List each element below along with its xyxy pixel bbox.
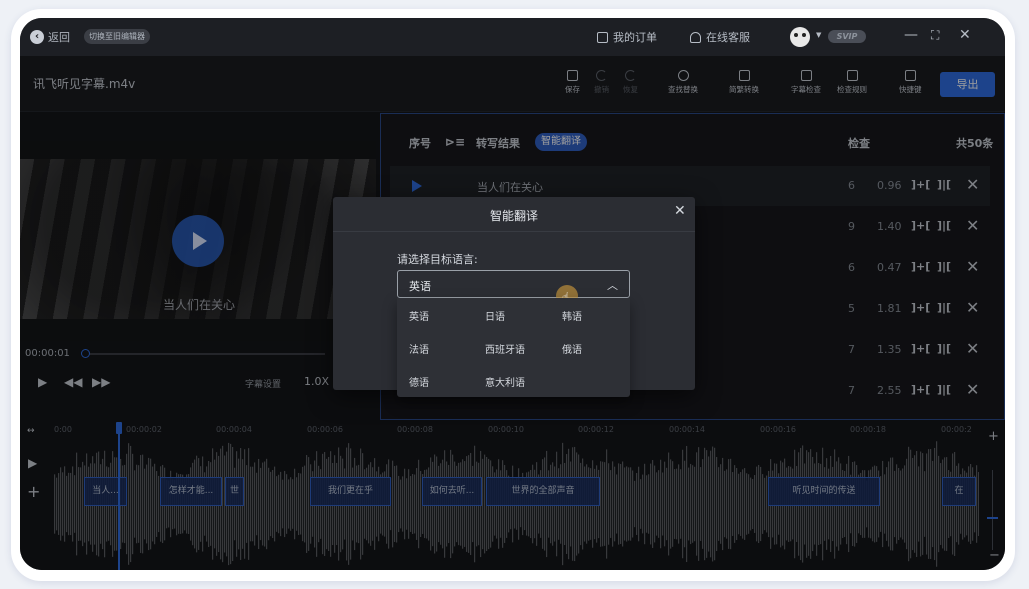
svip-badge: SVIP (828, 30, 866, 43)
chevron-up-icon[interactable]: ︿ (607, 277, 618, 293)
avatar[interactable] (790, 27, 810, 47)
editor-app: ‹ 返回 切换至旧编辑器 我的订单 在线客服 ▼ SVIP — ⛶ ✕ 讯飞听见… (20, 18, 1005, 570)
language-option[interactable]: 日语 (485, 308, 505, 323)
language-option[interactable]: 意大利语 (485, 374, 525, 389)
close-icon[interactable]: ✕ (674, 203, 686, 219)
orders-label: 我的订单 (613, 31, 657, 44)
back-button[interactable]: ‹ 返回 (30, 29, 70, 45)
language-option[interactable]: 西班牙语 (485, 341, 525, 356)
back-arrow-icon: ‹ (30, 30, 44, 44)
close-window-icon[interactable]: ✕ (959, 27, 971, 43)
dialog-title: 智能翻译 (489, 209, 538, 223)
person-icon (690, 31, 701, 43)
selected-language: 英语 (409, 280, 431, 293)
language-option[interactable]: 德语 (409, 374, 429, 389)
back-label: 返回 (48, 31, 70, 44)
language-option[interactable]: 法语 (409, 341, 429, 356)
target-language-label: 请选择目标语言: (397, 253, 478, 266)
title-bar: ‹ 返回 切换至旧编辑器 我的订单 在线客服 ▼ SVIP — ⛶ ✕ (20, 18, 1005, 56)
maximize-icon[interactable]: ⛶ (931, 28, 939, 43)
language-dropdown: 英语 日语 韩语 法语 西班牙语 俄语 德语 意大利语 (397, 298, 630, 397)
caret-down-icon[interactable]: ▼ (816, 31, 821, 39)
language-option[interactable]: 英语 (409, 308, 429, 323)
my-orders-link[interactable]: 我的订单 (597, 29, 657, 45)
support-label: 在线客服 (706, 31, 750, 44)
orders-icon (597, 31, 608, 43)
language-option[interactable]: 俄语 (562, 341, 582, 356)
minimize-icon[interactable]: — (904, 27, 918, 43)
online-support-link[interactable]: 在线客服 (690, 29, 750, 45)
target-language-select[interactable]: 英语 ︿ (397, 270, 630, 307)
dialog-divider (333, 231, 695, 232)
language-option[interactable]: 韩语 (562, 308, 582, 323)
switch-old-editor-button[interactable]: 切换至旧编辑器 (84, 29, 150, 44)
